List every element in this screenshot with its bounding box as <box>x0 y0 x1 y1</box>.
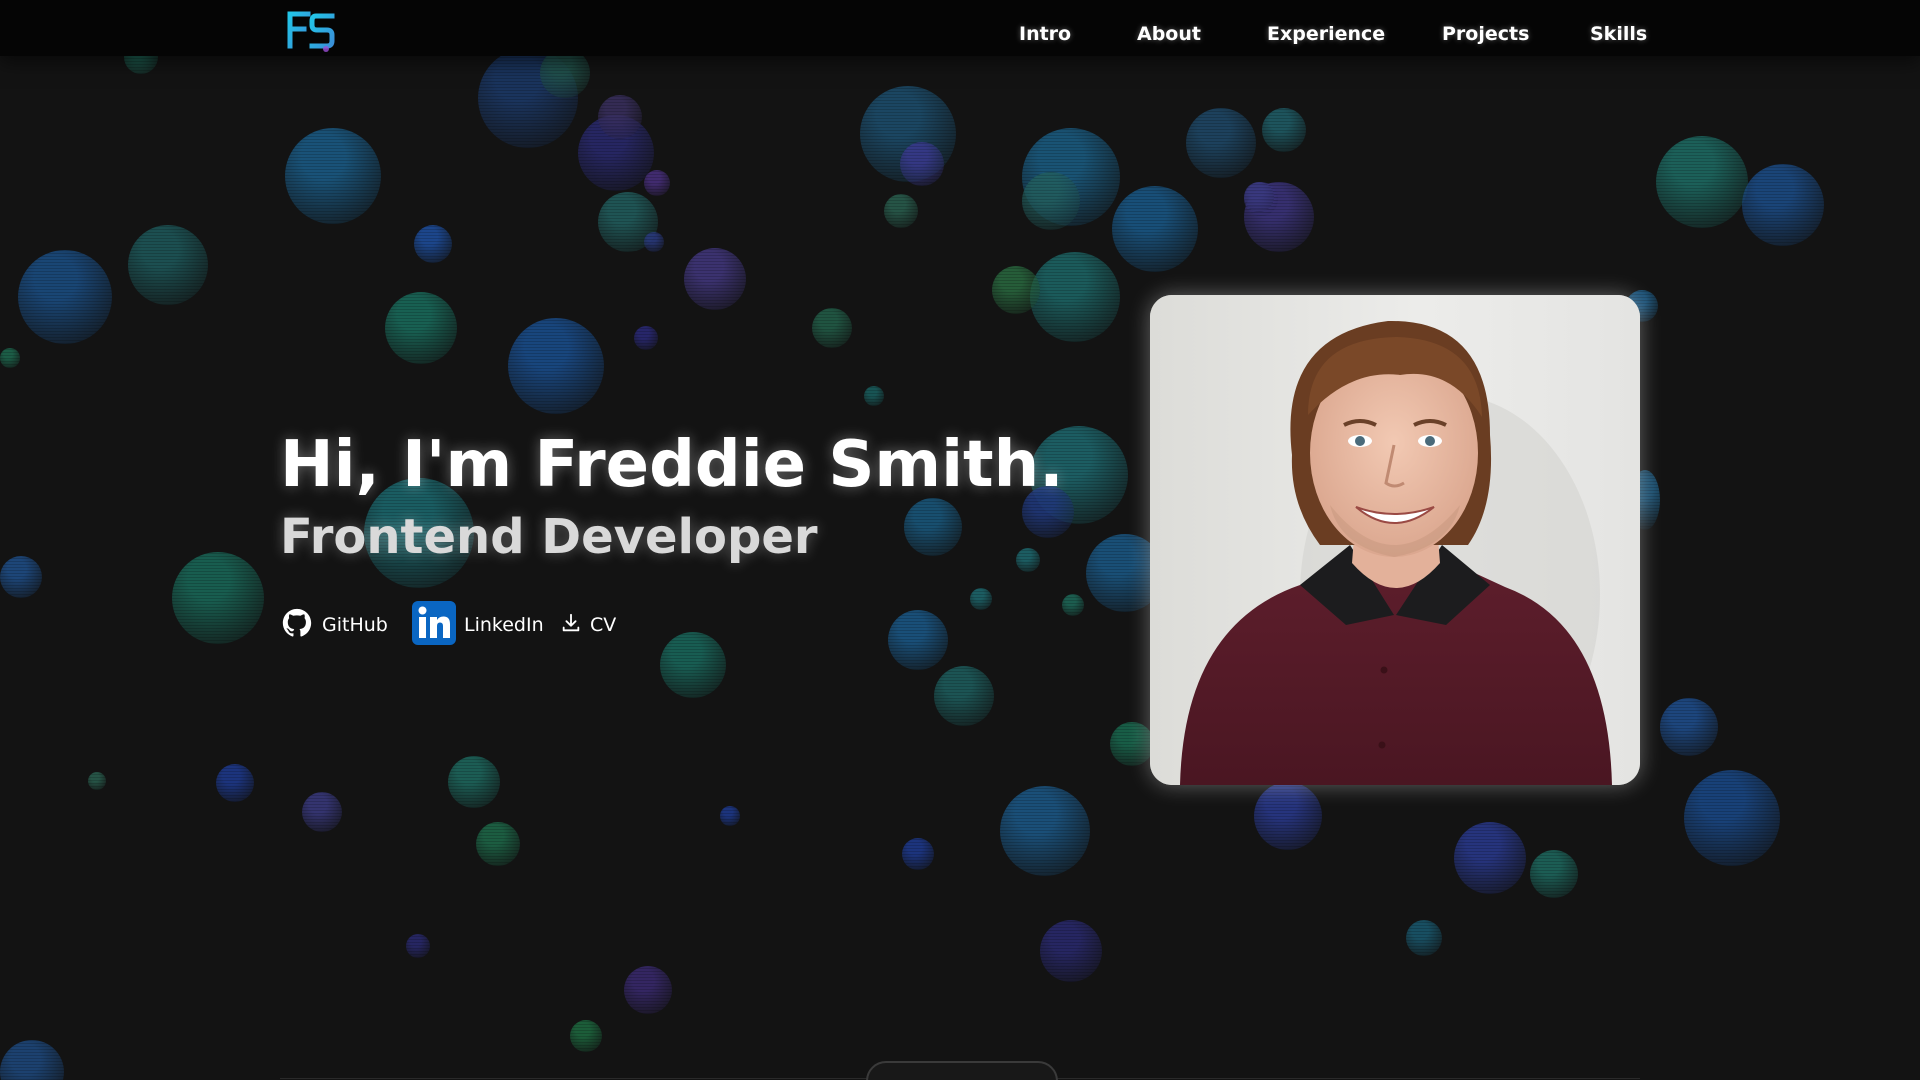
bubble <box>0 1040 64 1080</box>
bubble <box>406 934 430 958</box>
bubble <box>992 266 1040 314</box>
bubble <box>660 632 726 698</box>
bubble <box>18 250 112 344</box>
bubble <box>448 756 500 808</box>
bubble <box>1454 822 1526 894</box>
nav-link-experience[interactable]: Experience <box>1267 0 1385 68</box>
bubble <box>0 348 20 368</box>
bubble <box>1684 770 1780 866</box>
bubble <box>1742 164 1824 246</box>
github-link[interactable]: GitHub <box>280 600 388 650</box>
bubble <box>128 225 208 305</box>
bubble <box>216 764 254 802</box>
bubble <box>1112 186 1198 272</box>
hero-title: Hi, I'm Freddie Smith. <box>280 428 1064 502</box>
nav-link-intro[interactable]: Intro <box>1019 0 1071 68</box>
github-label: GitHub <box>322 614 388 636</box>
bubble <box>385 292 457 364</box>
nav-link-about[interactable]: About <box>1137 0 1201 68</box>
bubble <box>414 225 452 263</box>
bubble <box>934 666 994 726</box>
bubble <box>1186 108 1256 178</box>
download-icon <box>560 612 582 639</box>
top-navbar: Intro About Experience Projects Skills <box>0 0 1920 56</box>
portfolio-page: Intro About Experience Projects Skills H… <box>0 0 1920 1080</box>
bubble <box>644 232 664 252</box>
bubble <box>285 128 381 224</box>
bubble <box>1530 850 1578 898</box>
bubble <box>884 194 918 228</box>
bubble <box>1254 782 1322 850</box>
profile-photo <box>1150 295 1640 785</box>
nav-link-projects[interactable]: Projects <box>1442 0 1529 68</box>
bubble <box>644 170 670 196</box>
github-icon <box>280 606 314 645</box>
bubble <box>720 806 740 826</box>
bubble <box>88 772 106 790</box>
bubble <box>684 248 746 310</box>
cv-label: CV <box>590 614 617 636</box>
bottom-toolbar[interactable] <box>866 1061 1058 1080</box>
bubble <box>1262 108 1306 152</box>
bubble <box>812 308 852 348</box>
bubble <box>1030 252 1120 342</box>
nav-link-skills[interactable]: Skills <box>1590 0 1647 68</box>
cv-download-link[interactable]: CV <box>560 600 616 650</box>
bubble <box>508 318 604 414</box>
bubble <box>476 822 520 866</box>
bubble <box>1110 722 1154 766</box>
bubble <box>970 588 992 610</box>
fs-logo-icon[interactable] <box>286 8 336 52</box>
bubble <box>172 552 264 644</box>
linkedin-icon <box>412 600 456 650</box>
bubble <box>1660 698 1718 756</box>
hero-subtitle: Frontend Developer <box>280 509 818 565</box>
bubble <box>570 1020 602 1052</box>
bubble <box>1022 172 1080 230</box>
linkedin-link[interactable]: LinkedIn <box>412 600 544 650</box>
bubble <box>624 966 672 1014</box>
bubble <box>0 556 42 598</box>
bubble <box>1406 920 1442 956</box>
bubble <box>1062 594 1084 616</box>
bubble <box>1000 786 1090 876</box>
bubble <box>902 838 934 870</box>
bubble <box>634 326 658 350</box>
bubble <box>888 610 948 670</box>
bubble <box>1656 136 1748 228</box>
linkedin-label: LinkedIn <box>464 614 544 636</box>
hero-section: Hi, I'm Freddie Smith. Frontend Develope… <box>280 425 1064 569</box>
profile-photo-image <box>1150 295 1640 785</box>
bubble <box>598 95 642 139</box>
bubble <box>1040 920 1102 982</box>
bubble <box>1244 182 1274 212</box>
bubble <box>864 386 884 406</box>
bubble <box>900 142 944 186</box>
bubble <box>302 792 342 832</box>
